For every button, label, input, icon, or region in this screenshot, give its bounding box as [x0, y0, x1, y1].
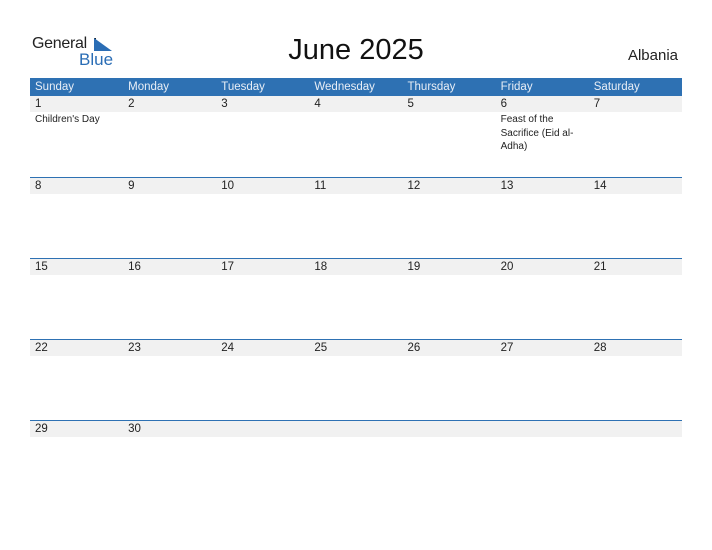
- day-number: 19: [407, 261, 421, 273]
- day-cell: 14: [589, 178, 682, 195]
- day-number: 18: [314, 261, 328, 273]
- weekday-wednesday: Wednesday: [314, 81, 375, 93]
- week-cells: 29 30: [30, 421, 682, 438]
- week-row: 22 23 24 25 26 27 28: [30, 339, 682, 420]
- day-number: 5: [407, 98, 414, 110]
- day-cell: 4: [309, 96, 402, 154]
- week-row: 15 16 17 18 19 20 21: [30, 258, 682, 339]
- day-cell: 24: [216, 340, 309, 357]
- weekday-friday: Friday: [500, 81, 533, 93]
- day-number: 11: [314, 180, 327, 192]
- day-number: 12: [407, 180, 421, 192]
- weeks-container: 1 Children's Day 2 3 4 5 6 Feast of the Sacrifi…: [30, 96, 682, 501]
- day-cell: 19: [403, 259, 496, 276]
- day-number: 27: [500, 342, 514, 354]
- holiday-label: Feast of the Sacrifice (Eid al-Adha): [500, 114, 574, 152]
- day-number: 9: [128, 180, 135, 192]
- day-cell: 5: [403, 96, 496, 154]
- day-number: 28: [593, 342, 607, 354]
- day-cell: 2: [123, 96, 216, 154]
- weekday-monday: Monday: [128, 81, 170, 93]
- day-cell: 16: [123, 259, 216, 276]
- day-number: 10: [221, 180, 235, 192]
- day-number: [221, 421, 309, 437]
- day-number: 21: [593, 261, 607, 273]
- day-cell: 3: [216, 96, 309, 154]
- country-label: Albania: [627, 47, 678, 64]
- day-cell: 18: [309, 259, 402, 276]
- day-number: 17: [221, 261, 235, 273]
- day-cell: 22: [30, 340, 123, 357]
- day-number: [408, 421, 496, 437]
- day-cell: 25: [309, 340, 402, 357]
- day-cell: 20: [496, 259, 589, 276]
- day-cell: 12: [403, 178, 496, 195]
- day-cell: [496, 421, 589, 438]
- day-number: 23: [128, 342, 141, 354]
- weekday-header: Sunday Monday Tuesday Wednesday Thursday…: [30, 78, 682, 96]
- day-number: 15: [35, 261, 48, 273]
- calendar-title: June 2025: [288, 34, 424, 66]
- day-cell: 10: [216, 178, 309, 195]
- day-cell: 8: [30, 178, 123, 195]
- day-number: 30: [128, 423, 141, 435]
- holiday-label: Children's Day: [35, 114, 100, 125]
- day-cell: 7: [589, 96, 682, 154]
- day-cell: 13: [496, 178, 589, 195]
- week-row: 1 Children's Day 2 3 4 5 6 Feast of the Sacrifi…: [30, 96, 682, 177]
- calendar-grid: Sunday Monday Tuesday Wednesday Thursday…: [30, 78, 682, 501]
- day-cell: 30: [123, 421, 216, 438]
- day-number: 24: [221, 342, 235, 354]
- day-number: [314, 421, 402, 437]
- day-number: 4: [314, 98, 321, 110]
- day-cell: 26: [403, 340, 496, 357]
- day-cell: [309, 421, 402, 438]
- day-cell: 9: [123, 178, 216, 195]
- weekday-thursday: Thursday: [407, 81, 456, 93]
- day-cell: 29: [30, 421, 123, 438]
- day-cell: 27: [496, 340, 589, 357]
- day-number: 2: [128, 98, 135, 110]
- week-cells: 15 16 17 18 19 20 21: [30, 259, 682, 276]
- day-cell: 28: [589, 340, 682, 357]
- day-number: 16: [128, 261, 141, 273]
- day-cell: 21: [589, 259, 682, 276]
- day-number: 7: [593, 98, 601, 110]
- weekday-sunday: Sunday: [35, 81, 75, 93]
- week-cells: 1 Children's Day 2 3 4 5 6 Feast of the Sacrifi…: [30, 96, 682, 154]
- day-cell: 17: [216, 259, 309, 276]
- day-number: 22: [35, 342, 48, 354]
- week-row: 8 9 10 11 12 13 14: [30, 177, 682, 258]
- day-number: 6: [500, 98, 508, 110]
- day-number: 29: [35, 423, 48, 435]
- week-row: 29 30: [30, 420, 682, 501]
- day-number: 26: [407, 342, 421, 354]
- day-number: 20: [500, 261, 514, 273]
- day-number: 3: [221, 98, 228, 110]
- day-cell: [403, 421, 496, 438]
- day-number: 13: [500, 180, 514, 192]
- day-cell: [216, 421, 309, 438]
- day-cell: 11: [309, 178, 402, 195]
- day-number: [501, 421, 589, 437]
- weekday-tuesday: Tuesday: [221, 81, 265, 93]
- day-cell: 1 Children's Day: [30, 96, 123, 154]
- day-cell: [589, 421, 682, 438]
- day-cell: 6 Feast of the Sacrifice (Eid al-Adha): [496, 96, 589, 154]
- day-cell: 15: [30, 259, 123, 276]
- week-cells: 8 9 10 11 12 13 14: [30, 178, 682, 195]
- day-number: 14: [593, 180, 607, 192]
- day-number: 1: [35, 98, 42, 110]
- week-cells: 22 23 24 25 26 27 28: [30, 340, 682, 357]
- day-cell: 23: [123, 340, 216, 357]
- weekday-saturday: Saturday: [593, 81, 640, 93]
- day-number: 8: [35, 180, 42, 192]
- day-number: [594, 421, 682, 437]
- day-number: 25: [314, 342, 328, 354]
